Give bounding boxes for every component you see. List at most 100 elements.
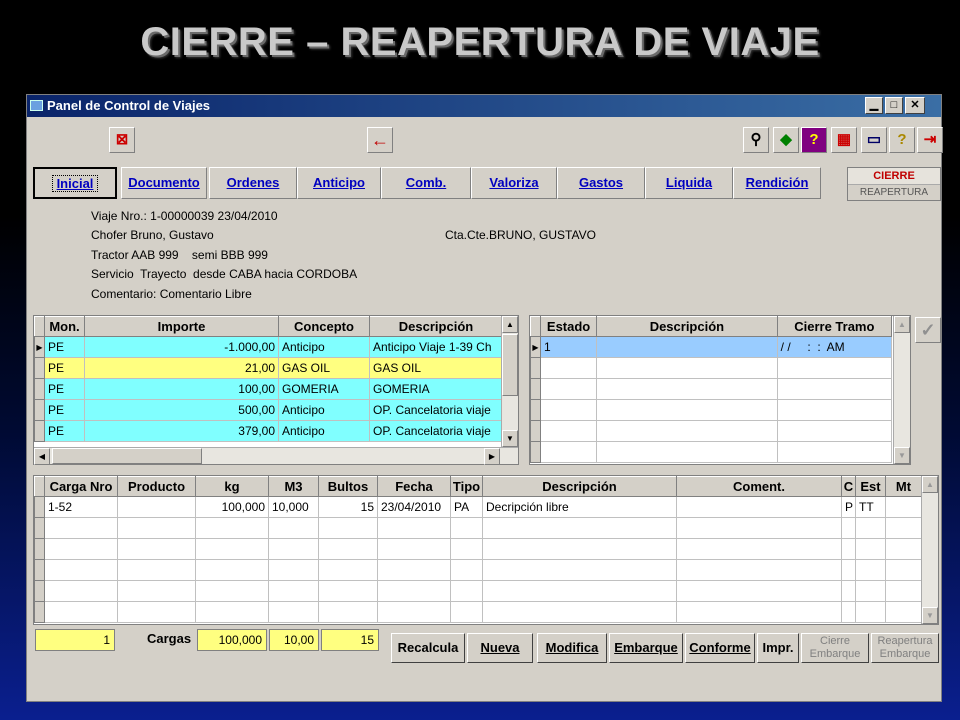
- cierre-label: CIERRE: [848, 168, 940, 185]
- table-row[interactable]: [34, 538, 922, 560]
- col-mon[interactable]: Mon.: [44, 316, 85, 337]
- modifica-button[interactable]: Modifica: [537, 633, 607, 663]
- scroll-right-icon[interactable]: ▶: [484, 448, 500, 465]
- comentario: Comentario: Comentario Libre: [91, 287, 252, 301]
- tab-documento[interactable]: Documento: [121, 167, 207, 199]
- scroll-down-icon[interactable]: ▼: [502, 430, 518, 447]
- col-tipo[interactable]: Tipo: [450, 476, 483, 497]
- conforme-button[interactable]: Conforme: [685, 633, 755, 663]
- cargas-label: Cargas: [147, 631, 192, 646]
- scroll-down-icon[interactable]: ▼: [922, 607, 938, 624]
- table-row[interactable]: [529, 441, 893, 463]
- imprimir-button[interactable]: Impr.: [757, 633, 799, 663]
- title-bar: Panel de Control de Viajes ▁ □ ✕: [27, 95, 941, 117]
- col-mt[interactable]: Mt: [885, 476, 922, 497]
- total-kg: 100,000: [197, 629, 267, 651]
- scroll-left-icon[interactable]: ◀: [34, 448, 50, 465]
- chofer: Chofer Bruno, Gustavo: [91, 228, 214, 242]
- col-est[interactable]: Est: [855, 476, 886, 497]
- maximize-button[interactable]: □: [885, 97, 903, 114]
- anticipos-grid[interactable]: Mon. Importe Concepto Descripción ▶ PE -…: [33, 315, 519, 465]
- col-concepto[interactable]: Concepto: [278, 316, 370, 337]
- recalcula-button[interactable]: Recalcula: [391, 633, 465, 663]
- toolbar: ⊠ ← ⚲ ◆ ? ▦ ▭ ? ⇥: [27, 121, 943, 157]
- col-descripcion[interactable]: Descripción: [596, 316, 778, 337]
- total-m3: 10,00: [269, 629, 319, 651]
- reapertura-label: REAPERTURA: [848, 185, 940, 200]
- tab-gastos[interactable]: Gastos: [557, 167, 645, 199]
- table-row[interactable]: ▶ PE -1.000,00 Anticipo Anticipo Viaje 1…: [34, 336, 503, 358]
- table-row[interactable]: PE 379,00 Anticipo OP. Cancelatoria viaj…: [34, 420, 503, 442]
- horizontal-scrollbar[interactable]: ◀ ▶: [34, 447, 518, 465]
- table-row[interactable]: [529, 399, 893, 421]
- table-row[interactable]: PE 21,00 GAS OIL GAS OIL: [34, 357, 503, 379]
- col-producto[interactable]: Producto: [117, 476, 196, 497]
- vertical-scrollbar[interactable]: ▲ ▼: [921, 476, 938, 624]
- scroll-down-icon[interactable]: ▼: [894, 447, 910, 464]
- table-row[interactable]: [529, 420, 893, 442]
- table-row[interactable]: PE 100,00 GOMERIA GOMERIA: [34, 378, 503, 400]
- print-icon[interactable]: ⊠: [109, 127, 135, 153]
- help-icon[interactable]: ?: [801, 127, 827, 153]
- screen-icon[interactable]: ▭: [861, 127, 887, 153]
- row-indicator-icon: ▶: [34, 336, 45, 358]
- minimize-button[interactable]: ▁: [865, 97, 883, 114]
- exit-icon[interactable]: ⇥: [917, 127, 943, 153]
- scroll-up-icon[interactable]: ▲: [922, 476, 938, 493]
- tab-comb[interactable]: Comb.: [381, 167, 471, 199]
- vertical-scrollbar[interactable]: ▲ ▼: [501, 316, 518, 447]
- scroll-up-icon[interactable]: ▲: [894, 316, 910, 333]
- bookmark-icon[interactable]: ◆: [773, 127, 799, 153]
- col-importe[interactable]: Importe: [84, 316, 279, 337]
- total-cargas-count: 1: [35, 629, 115, 651]
- tab-liquida[interactable]: Liquida: [645, 167, 733, 199]
- info-icon[interactable]: ?: [889, 127, 915, 153]
- row-indicator-icon: ▶: [529, 336, 542, 358]
- back-arrow-icon[interactable]: ←: [367, 127, 393, 153]
- search-icon[interactable]: ⚲: [743, 127, 769, 153]
- col-descripcion[interactable]: Descripción: [482, 476, 677, 497]
- vertical-scrollbar[interactable]: ▲ ▼: [893, 316, 910, 464]
- embarque-button[interactable]: Embarque: [609, 633, 683, 663]
- cierre-reapertura-toggle[interactable]: CIERRE REAPERTURA: [847, 167, 941, 201]
- main-window: Panel de Control de Viajes ▁ □ ✕ ⊠ ← ⚲ ◆…: [26, 94, 943, 702]
- table-row[interactable]: ▶ 1 / / : : AM: [529, 336, 893, 358]
- col-coment[interactable]: Coment.: [676, 476, 842, 497]
- col-m3[interactable]: M3: [268, 476, 319, 497]
- check-icon[interactable]: ✓: [915, 317, 941, 343]
- calculator-icon[interactable]: ▦: [831, 127, 857, 153]
- table-row[interactable]: [34, 601, 922, 623]
- col-kg[interactable]: kg: [195, 476, 269, 497]
- close-button[interactable]: ✕: [905, 97, 925, 114]
- tab-inicial[interactable]: Inicial: [33, 167, 117, 199]
- scroll-up-icon[interactable]: ▲: [502, 316, 518, 333]
- table-row[interactable]: PE 500,00 Anticipo OP. Cancelatoria viaj…: [34, 399, 503, 421]
- table-row[interactable]: [34, 580, 922, 602]
- tab-rendicion[interactable]: Rendición: [733, 167, 821, 199]
- table-row[interactable]: 1-52 100,000 10,000 15 23/04/2010 PA Dec…: [34, 496, 922, 518]
- scroll-thumb[interactable]: [52, 448, 202, 464]
- col-bultos[interactable]: Bultos: [318, 476, 378, 497]
- col-cierre-tramo[interactable]: Cierre Tramo: [776, 316, 893, 337]
- scroll-thumb[interactable]: [502, 334, 518, 396]
- table-row[interactable]: [529, 378, 893, 400]
- tab-anticipo[interactable]: Anticipo: [297, 167, 381, 199]
- table-row[interactable]: [34, 517, 922, 539]
- nueva-button[interactable]: Nueva: [467, 633, 533, 663]
- col-c[interactable]: C: [841, 476, 856, 497]
- table-row[interactable]: [34, 559, 922, 581]
- reapertura-embarque-button[interactable]: Reapertura Embarque: [871, 633, 939, 663]
- table-row[interactable]: [529, 357, 893, 379]
- cierre-embarque-button[interactable]: Cierre Embarque: [801, 633, 869, 663]
- cargas-grid[interactable]: Carga Nro Producto kg M3 Bultos Fecha Ti…: [33, 475, 939, 625]
- servicio: Servicio Trayecto desde CABA hacia CORDO…: [91, 267, 358, 281]
- col-carga-nro[interactable]: Carga Nro: [44, 476, 118, 497]
- window-title: Panel de Control de Viajes: [47, 98, 211, 113]
- col-descripcion[interactable]: Descripción: [369, 316, 503, 337]
- col-fecha[interactable]: Fecha: [377, 476, 451, 497]
- tab-ordenes[interactable]: Ordenes: [209, 167, 297, 199]
- tramos-grid[interactable]: Estado Descripción Cierre Tramo ▶ 1 / / …: [529, 315, 911, 465]
- cuenta-corriente: Cta.Cte.BRUNO, GUSTAVO: [445, 228, 596, 242]
- tab-valoriza[interactable]: Valoriza: [471, 167, 557, 199]
- col-estado[interactable]: Estado: [540, 316, 598, 337]
